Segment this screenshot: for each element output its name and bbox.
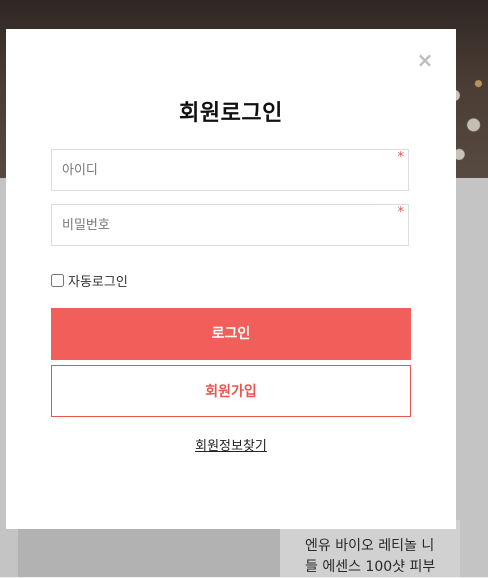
password-input[interactable] [52, 205, 408, 245]
modal-title: 회원로그인 [179, 101, 283, 126]
id-required-mark: * [397, 150, 405, 165]
auto-login-label: 자동로그인 [68, 274, 128, 290]
find-account-container: 회원정보찾기 [6, 435, 456, 454]
login-button[interactable]: 로그인 [51, 308, 411, 360]
id-input[interactable] [52, 150, 408, 190]
find-account-link[interactable]: 회원정보찾기 [195, 439, 267, 454]
auto-login-checkbox[interactable] [51, 273, 64, 287]
id-field-container: * [51, 149, 409, 191]
login-modal: × 회원로그인 * * 자동로그인 로그인 회원가입 회원정보찾기 [6, 29, 456, 529]
password-required-mark: * [397, 205, 405, 220]
close-icon[interactable]: × [416, 50, 434, 70]
auto-login-option[interactable]: 자동로그인 [51, 271, 128, 290]
join-button[interactable]: 회원가입 [51, 365, 411, 417]
password-field-container: * [51, 204, 409, 246]
